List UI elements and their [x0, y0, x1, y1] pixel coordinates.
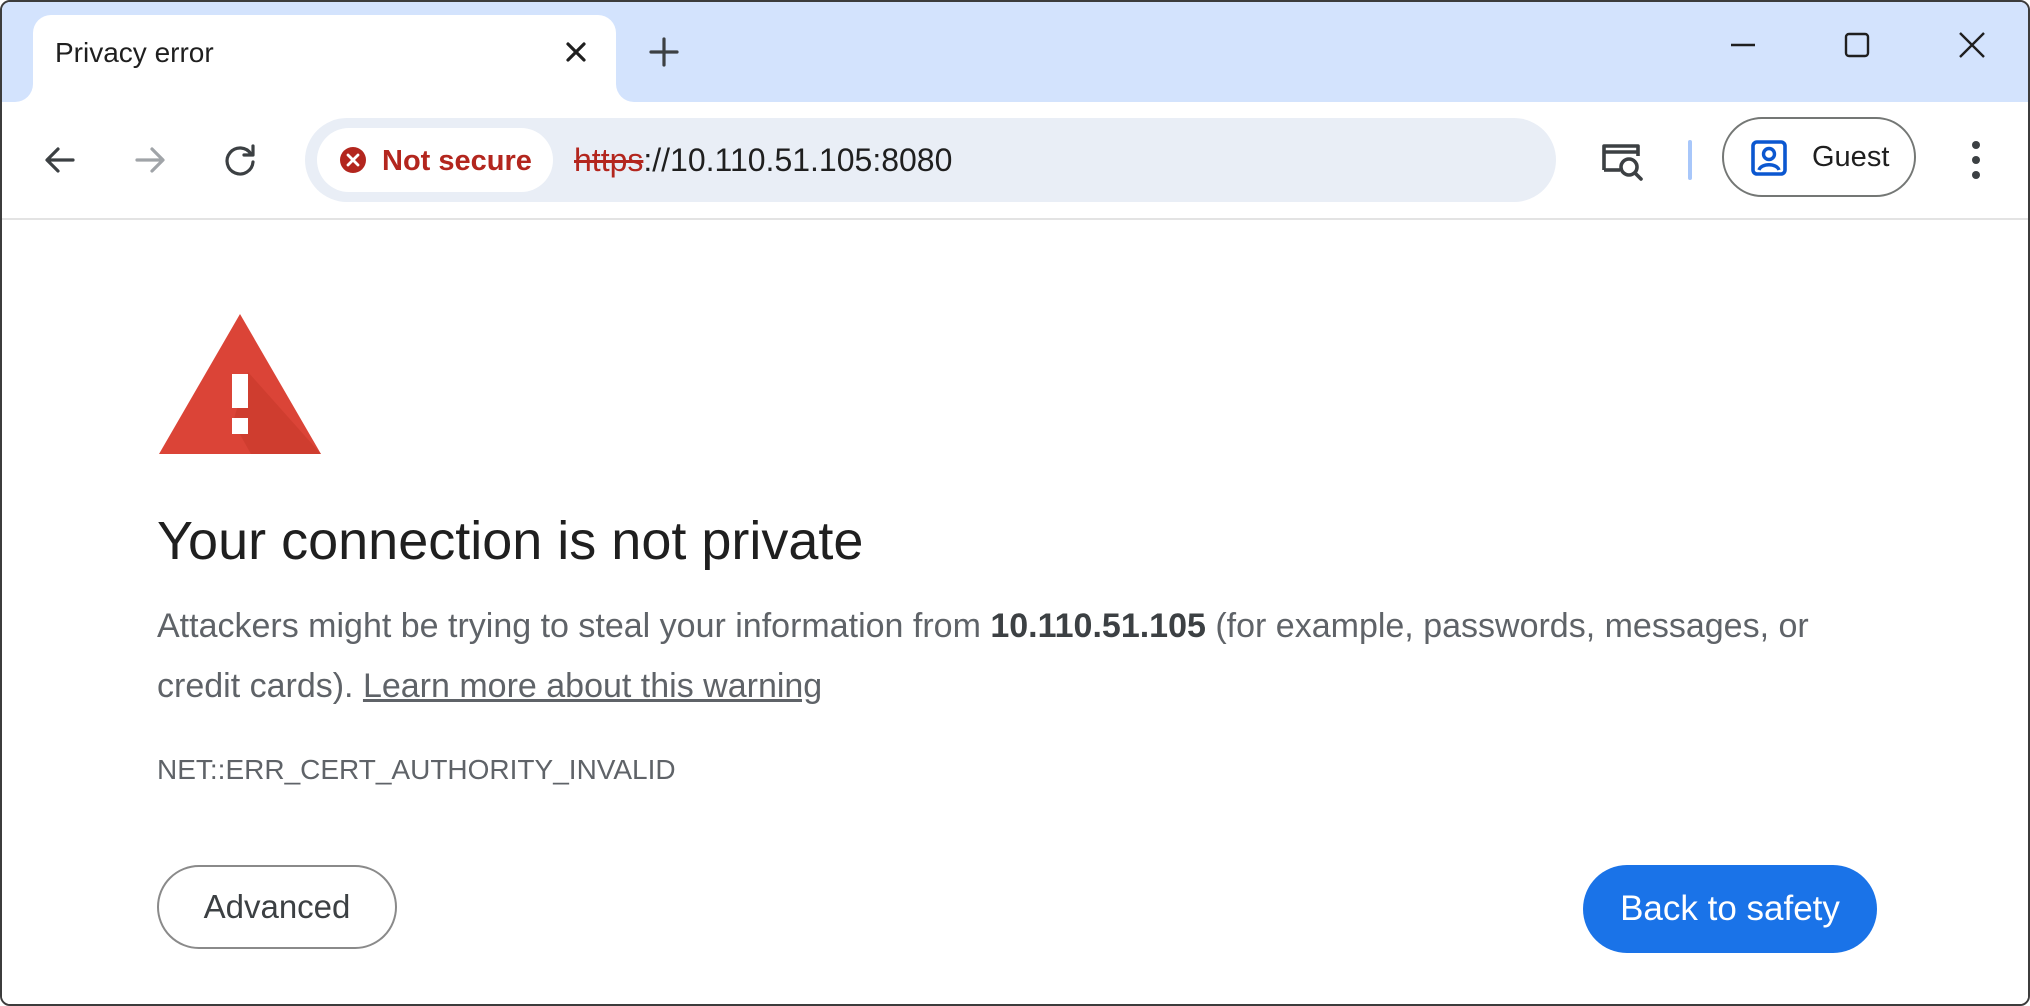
- warning-description: Attackers might be trying to steal your …: [157, 596, 1877, 716]
- arrow-left-icon[interactable]: [40, 140, 80, 180]
- tab-privacy-error[interactable]: Privacy error: [33, 15, 616, 102]
- advanced-button[interactable]: Advanced: [157, 865, 397, 949]
- url-host: ://10.110.51.105:8080: [643, 142, 953, 178]
- security-chip-label: Not secure: [382, 145, 532, 177]
- learn-more-link[interactable]: Learn more about this warning: [363, 667, 822, 705]
- browser-window: Privacy error Not secure https://10.110.…: [0, 0, 2030, 1006]
- toolbar-divider: [1688, 140, 1692, 180]
- profile-label: Guest: [1812, 141, 1890, 173]
- maximize-icon[interactable]: [1842, 30, 1872, 60]
- url-scheme: https: [574, 142, 644, 178]
- tab-title: Privacy error: [55, 37, 214, 68]
- back-to-safety-button[interactable]: Back to safety: [1583, 865, 1877, 953]
- description-prefix: Attackers might be trying to steal your …: [157, 607, 991, 645]
- more-vertical-icon[interactable]: [1958, 138, 1994, 182]
- close-icon[interactable]: [559, 35, 593, 69]
- interstitial-page: Your connection is not private Attackers…: [2, 220, 2028, 1004]
- page-title: Your connection is not private: [157, 511, 864, 571]
- reload-icon[interactable]: [220, 140, 260, 180]
- host-name: 10.110.51.105: [990, 607, 1206, 645]
- close-window-icon[interactable]: [1957, 30, 1987, 60]
- arrow-right-icon[interactable]: [130, 140, 170, 180]
- warning-triangle-icon: [159, 314, 321, 454]
- security-chip[interactable]: Not secure: [317, 128, 553, 192]
- tab-strip: Privacy error: [2, 2, 2028, 102]
- error-circle-icon: [340, 147, 366, 173]
- error-code: NET::ERR_CERT_AUTHORITY_INVALID: [157, 754, 676, 785]
- address-bar[interactable]: Not secure https://10.110.51.105:8080: [305, 118, 1556, 202]
- toolbar: Not secure https://10.110.51.105:8080 Gu…: [2, 102, 2028, 220]
- minimize-icon[interactable]: [1728, 30, 1758, 60]
- url-text[interactable]: https://10.110.51.105:8080: [574, 142, 952, 179]
- account-box-icon: [1751, 140, 1787, 176]
- profile-button[interactable]: Guest: [1722, 117, 1916, 197]
- tab-search-icon[interactable]: [1598, 136, 1646, 184]
- plus-icon[interactable]: [646, 34, 682, 70]
